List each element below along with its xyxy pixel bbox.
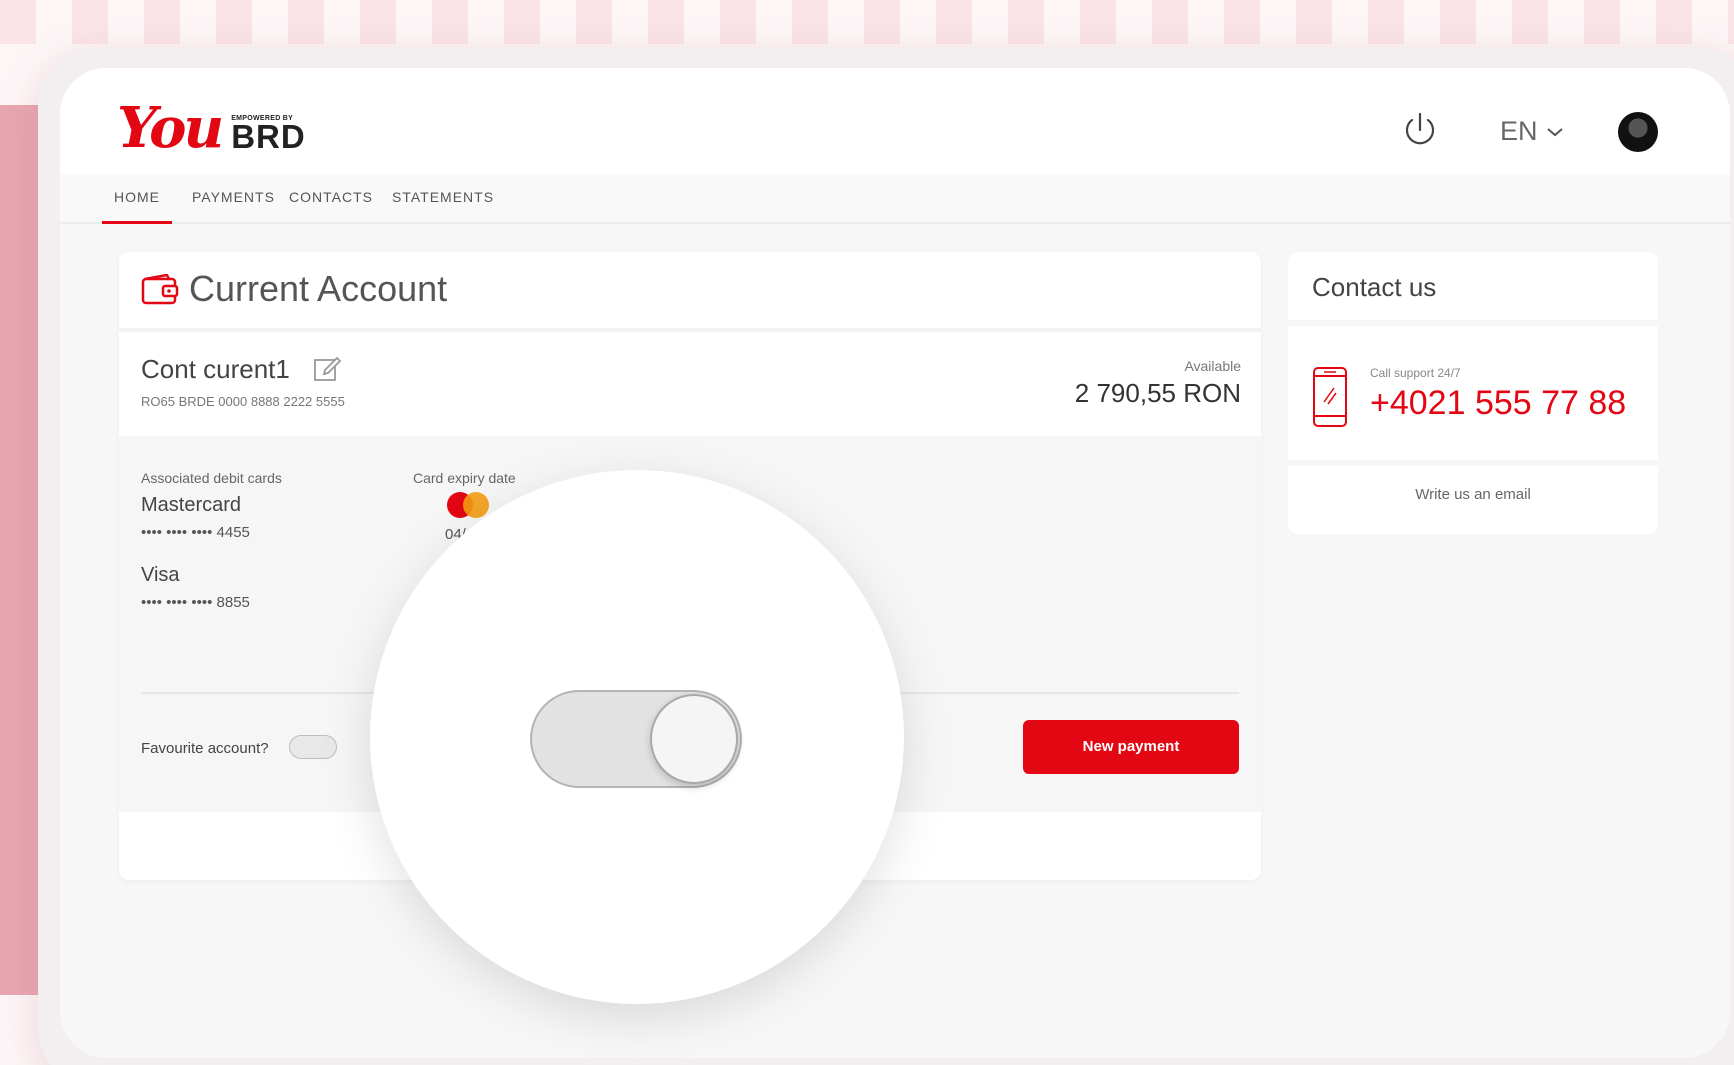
language-selector[interactable]: EN xyxy=(1500,116,1564,147)
logo-bank: EMPOWERED BY BRD xyxy=(231,115,306,156)
decorative-stripes xyxy=(0,0,1734,44)
expiry-label: Card expiry date xyxy=(413,470,516,486)
account-iban: RO65 BRDE 0000 8888 2222 5555 xyxy=(141,394,345,409)
nav-tab-contacts[interactable]: CONTACTS xyxy=(277,174,385,224)
new-payment-button[interactable]: New payment xyxy=(1023,720,1239,774)
debit-cards-label: Associated debit cards xyxy=(141,470,282,486)
you-brd-logo[interactable]: You EMPOWERED BY BRD xyxy=(117,96,306,156)
available-amount: 2 790,55 RON xyxy=(1074,378,1241,408)
top-bar: You EMPOWERED BY BRD EN xyxy=(60,68,1730,174)
phone-icon xyxy=(1313,367,1347,427)
contact-title: Contact us xyxy=(1312,272,1437,302)
account-summary: Cont curent1 RO65 BRDE 0000 8888 2222 55… xyxy=(119,336,1261,436)
card-name-visa: Visa xyxy=(141,564,180,586)
card-title: Current Account xyxy=(189,268,448,309)
nav-tab-payments[interactable]: PAYMENTS xyxy=(180,174,287,224)
chevron-down-icon xyxy=(1546,127,1563,136)
wallet-icon xyxy=(141,274,179,305)
language-label: EN xyxy=(1500,116,1538,146)
logo-brd-text: BRD xyxy=(231,118,306,155)
main-nav: HOME PAYMENTS CONTACTS STATEMENTS xyxy=(60,174,1730,224)
app-screen: You EMPOWERED BY BRD EN HOME PAYMENTS CO… xyxy=(60,68,1730,1058)
support-phone-row[interactable]: Call support 24/7 +4021 555 77 88 xyxy=(1288,332,1658,466)
power-icon xyxy=(1405,112,1435,145)
zoomed-toggle-switch[interactable] xyxy=(530,690,742,788)
mastercard-logo-icon xyxy=(447,492,489,518)
card-number-mastercard: •••• •••• •••• 4455 xyxy=(141,524,250,541)
contact-header: Contact us xyxy=(1288,252,1658,326)
account-name: Cont curent1 xyxy=(141,354,290,384)
zoom-magnifier xyxy=(370,470,904,1004)
logo-you-text: You xyxy=(117,95,224,161)
contact-us-card: Contact us Call support 24/7 +4021 555 7… xyxy=(1288,252,1658,534)
support-phone-number[interactable]: +4021 555 77 88 xyxy=(1370,384,1626,423)
favourite-toggle[interactable] xyxy=(289,735,337,759)
available-label: Available xyxy=(1184,358,1241,374)
user-avatar[interactable] xyxy=(1618,112,1658,152)
nav-tab-home[interactable]: HOME xyxy=(102,174,172,224)
write-email-link[interactable]: Write us an email xyxy=(1288,486,1658,503)
favourite-label: Favourite account? xyxy=(141,740,269,757)
card-number-visa: •••• •••• •••• 8855 xyxy=(141,594,250,611)
call-support-label: Call support 24/7 xyxy=(1370,366,1461,380)
toggle-knob[interactable] xyxy=(650,694,738,784)
card-header: Current Account xyxy=(119,252,1261,332)
edit-icon[interactable] xyxy=(313,354,341,382)
logout-button[interactable] xyxy=(1400,110,1440,150)
nav-tab-statements[interactable]: STATEMENTS xyxy=(380,174,506,224)
card-name-mastercard: Mastercard xyxy=(141,494,242,516)
